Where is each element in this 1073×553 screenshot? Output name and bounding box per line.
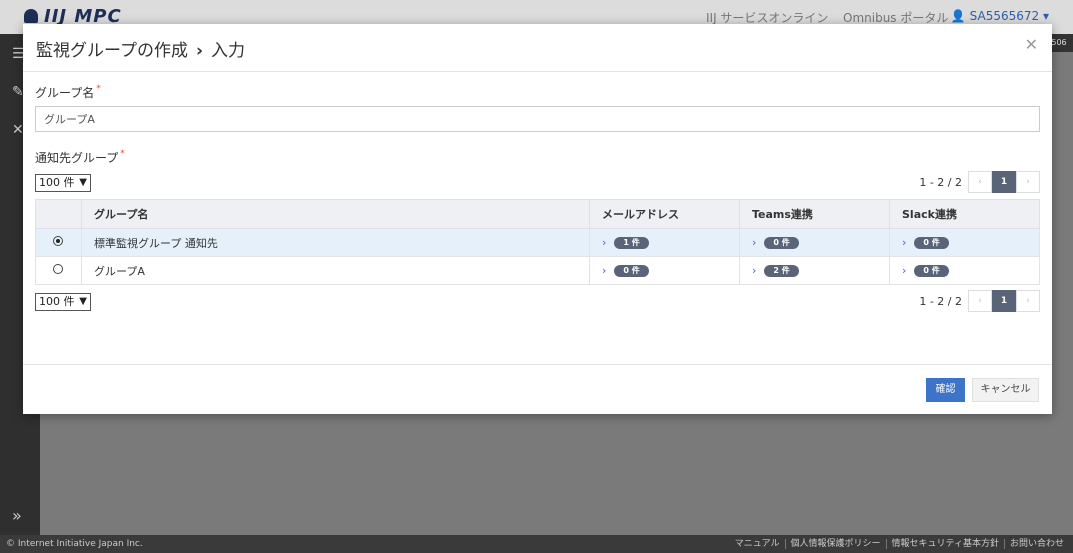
footer: © Internet Initiative Japan Inc. マニュアル 個人… [0,535,1073,553]
chevron-right-icon[interactable]: › [902,236,906,249]
notify-group-table: グループ名 メールアドレス Teams連携 Slack連携 標準監視グループ 通… [35,199,1040,285]
table-row[interactable]: グループA › 0 件 › 2 件 › 0 件 [35,256,1040,285]
close-icon[interactable]: ✕ [1025,35,1038,54]
footer-link-security[interactable]: 情報セキュリティ基本方針 [885,539,1004,549]
group-name-label: グループ名 * [35,84,101,100]
per-page-select-bottom[interactable]: 100 件 ▼ [35,293,91,311]
row-group-name: 標準監視グループ 通知先 [81,228,590,257]
required-mark: * [120,149,125,159]
caret-down-icon: ▼ [79,296,87,307]
row-email-cell[interactable]: › 1 件 [589,228,740,257]
email-count-badge: 1 件 [614,237,649,249]
prev-page-button[interactable]: ‹ [968,290,992,312]
next-page-button[interactable]: › [1016,171,1040,193]
pagination-bottom: 1 - 2 / 2 ‹ 1 › [919,290,1040,312]
chevron-right-icon[interactable]: › [902,264,906,277]
edit-icon[interactable]: ✎ [12,84,24,100]
column-header-teams: Teams連携 [739,199,890,229]
footer-link-contact[interactable]: お問い合わせ [1003,539,1069,549]
next-page-button[interactable]: › [1016,290,1040,312]
expand-icon[interactable]: » [12,506,22,525]
row-teams-cell[interactable]: › 2 件 [739,256,890,285]
footer-link-privacy[interactable]: 個人情報保護ポリシー [784,539,886,549]
column-header-email: メールアドレス [589,199,740,229]
slack-count-badge: 0 件 [914,237,949,249]
row-slack-cell[interactable]: › 0 件 [889,256,1040,285]
caret-down-icon: ▼ [79,177,87,188]
page-1-button[interactable]: 1 [992,290,1016,312]
radio-unselected[interactable] [53,264,63,274]
notify-group-label: 通知先グループ * [35,149,125,165]
prev-page-button[interactable]: ‹ [968,171,992,193]
table-row[interactable]: 標準監視グループ 通知先 › 1 件 › 0 件 › 0 件 [35,228,1040,257]
row-email-cell[interactable]: › 0 件 [589,256,740,285]
per-page-select-top[interactable]: 100 件 ▼ [35,174,91,192]
copyright: © Internet Initiative Japan Inc. [6,539,143,549]
modal-title: 監視グループの作成 › 入力 [36,41,245,61]
chevron-right-icon[interactable]: › [752,264,756,277]
row-radio-cell[interactable] [35,228,82,257]
range-text: 1 - 2 / 2 [919,294,962,308]
chevron-right-icon[interactable]: › [602,236,606,249]
modal-header: 監視グループの作成 › 入力 ✕ [23,24,1052,72]
chevron-right-icon: › [195,41,203,61]
chevron-right-icon[interactable]: › [752,236,756,249]
row-slack-cell[interactable]: › 0 件 [889,228,1040,257]
create-monitor-group-modal: 監視グループの作成›入力 ✕ グループ名* 通知先グループ* 100 件▼ 1 … [23,24,1052,414]
modal-footer: 確認 キャンセル [23,364,1052,414]
tools-icon[interactable]: ✕ [12,122,24,138]
group-name-input[interactable] [35,106,1040,132]
column-header-group-name: グループ名 [81,199,590,229]
column-header-slack: Slack連携 [889,199,1040,229]
row-group-name: グループA [81,256,590,285]
required-mark: * [96,84,101,94]
user-icon: 👤 [950,9,966,23]
radio-selected[interactable] [53,236,63,246]
teams-count-badge: 2 件 [764,265,799,277]
range-text: 1 - 2 / 2 [919,175,962,189]
chevron-right-icon[interactable]: › [602,264,606,277]
footer-link-manual[interactable]: マニュアル [730,539,785,549]
footer-links: マニュアル 個人情報保護ポリシー 情報セキュリティ基本方針 お問い合わせ [730,535,1069,553]
account-menu[interactable]: 👤 SA5565672 ▾ [951,9,1049,23]
caret-down-icon: ▾ [1042,9,1049,23]
confirm-button[interactable]: 確認 [926,378,965,402]
teams-count-badge: 0 件 [764,237,799,249]
slack-count-badge: 0 件 [914,265,949,277]
row-teams-cell[interactable]: › 0 件 [739,228,890,257]
select-column-header [35,199,82,229]
row-radio-cell[interactable] [35,256,82,285]
cancel-button[interactable]: キャンセル [972,378,1039,402]
page-1-button[interactable]: 1 [992,171,1016,193]
email-count-badge: 0 件 [614,265,649,277]
pagination-top: 1 - 2 / 2 ‹ 1 › [919,171,1040,193]
logo-icon [24,9,38,23]
